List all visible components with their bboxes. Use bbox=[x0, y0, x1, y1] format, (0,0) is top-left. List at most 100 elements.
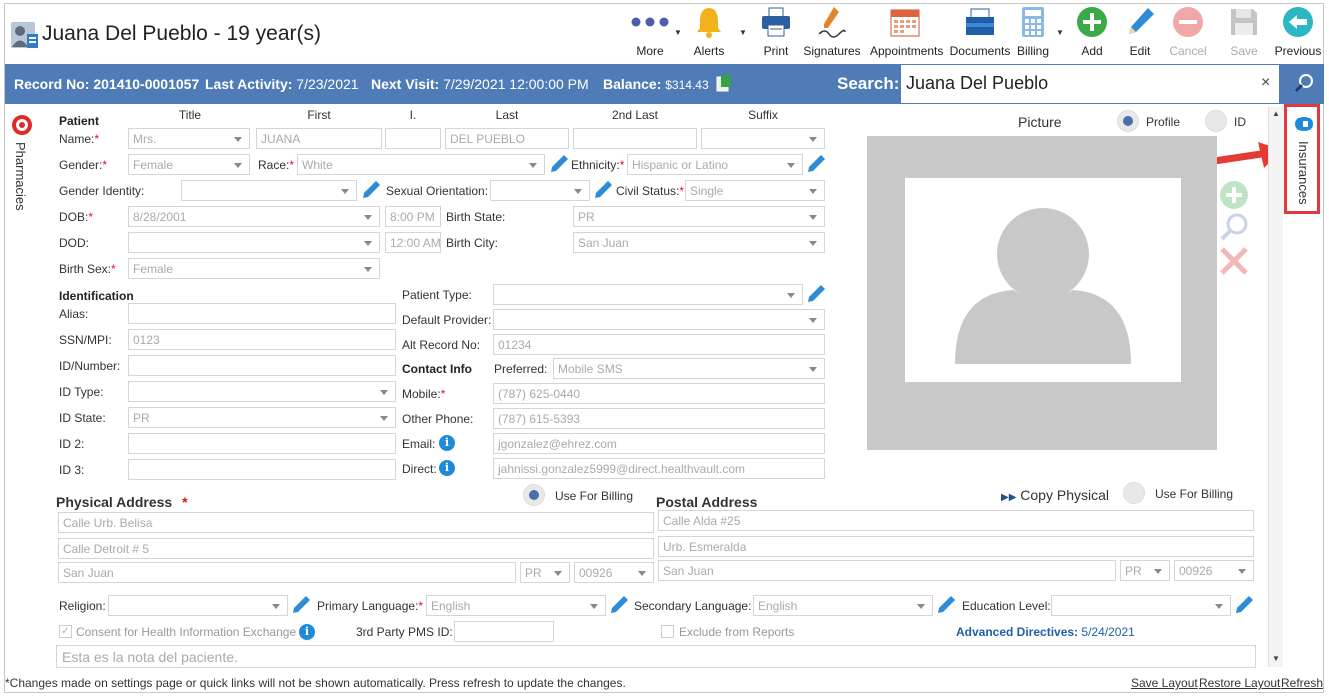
postal-city-input[interactable]: San Juan bbox=[658, 560, 1116, 581]
race-select[interactable]: White bbox=[297, 154, 545, 175]
alerts-button[interactable]: Alerts bbox=[674, 6, 744, 58]
first-name-input[interactable]: JUANA bbox=[256, 128, 382, 149]
id-type-select[interactable] bbox=[128, 381, 396, 402]
edit-gender-identity-pencil-icon[interactable] bbox=[361, 180, 381, 200]
physical-line1-input[interactable]: Calle Urb. Belisa bbox=[58, 512, 654, 533]
edit-sexual-orientation-pencil-icon[interactable] bbox=[593, 180, 613, 200]
dod-date-picker[interactable] bbox=[128, 232, 380, 253]
alias-label: Alias: bbox=[59, 307, 89, 321]
direct-email-input[interactable]: jahnissi.gonzalez5999@direct.healthvault… bbox=[493, 458, 825, 479]
exclude-reports-checkbox[interactable] bbox=[661, 625, 674, 638]
edit-primary-language-pencil-icon[interactable] bbox=[609, 595, 629, 615]
mobile-input[interactable]: (787) 625-0440 bbox=[493, 383, 825, 404]
physical-address-header: Physical Address * bbox=[56, 494, 188, 510]
id-number-input[interactable] bbox=[128, 355, 396, 376]
id-state-select[interactable]: PR bbox=[128, 407, 396, 428]
printer-icon bbox=[760, 7, 792, 40]
cancel-circle-icon bbox=[1172, 6, 1204, 41]
physical-state-select[interactable]: PR bbox=[520, 562, 570, 583]
birth-state-select[interactable]: PR bbox=[573, 206, 825, 227]
patient-notes-input[interactable]: Esta es la nota del paciente. bbox=[56, 645, 1256, 668]
remove-picture-icon[interactable] bbox=[1219, 246, 1249, 279]
id-radio[interactable] bbox=[1205, 110, 1227, 132]
balance-details-icon[interactable] bbox=[716, 74, 732, 95]
alias-input[interactable] bbox=[128, 303, 396, 324]
ethnicity-select[interactable]: Hispanic or Latino bbox=[627, 154, 803, 175]
gender-identity-select[interactable] bbox=[181, 180, 357, 201]
scroll-up-icon[interactable]: ▲ bbox=[1272, 109, 1280, 118]
email-label: Email: bbox=[402, 437, 436, 451]
add-picture-icon[interactable] bbox=[1219, 180, 1249, 213]
physical-use-billing-radio[interactable] bbox=[523, 484, 545, 506]
profile-radio[interactable] bbox=[1117, 110, 1139, 132]
patient-search-input[interactable] bbox=[901, 65, 1241, 101]
religion-label: Religion: bbox=[59, 599, 106, 613]
search-clear-button[interactable]: × bbox=[1261, 74, 1270, 92]
patient-type-select[interactable] bbox=[493, 284, 803, 305]
birth-sex-select[interactable]: Female bbox=[128, 258, 380, 279]
signatures-label: Signatures bbox=[803, 44, 861, 58]
appointments-button[interactable]: Appointments bbox=[870, 6, 943, 58]
postal-zip-select[interactable]: 00926 bbox=[1174, 560, 1254, 581]
religion-select[interactable] bbox=[108, 595, 288, 616]
pharmacies-tab[interactable]: Pharmacies bbox=[8, 112, 34, 222]
email-info-icon[interactable]: i bbox=[439, 435, 455, 451]
signatures-button[interactable]: Signatures bbox=[797, 6, 867, 58]
physical-zip-select[interactable]: 00926 bbox=[574, 562, 654, 583]
edit-secondary-language-pencil-icon[interactable] bbox=[936, 595, 956, 615]
initial-input[interactable] bbox=[385, 128, 441, 149]
primary-language-select[interactable]: English bbox=[426, 595, 606, 616]
previous-button[interactable]: Previous bbox=[1263, 6, 1329, 58]
save-layout-link[interactable]: Save Layout bbox=[1131, 676, 1198, 690]
other-phone-input[interactable]: (787) 615-5393 bbox=[493, 408, 825, 429]
suffix-select[interactable] bbox=[701, 128, 825, 149]
third-party-input[interactable] bbox=[454, 621, 554, 642]
alt-record-input[interactable]: 01234 bbox=[493, 334, 825, 355]
physical-line2-input[interactable]: Calle Detroit # 5 bbox=[58, 538, 654, 559]
edit-race-pencil-icon[interactable] bbox=[549, 154, 569, 174]
postal-state-select[interactable]: PR bbox=[1120, 560, 1170, 581]
dob-time-input[interactable]: 8:00 PM bbox=[385, 206, 441, 227]
secondary-language-select[interactable]: English bbox=[753, 595, 933, 616]
insurances-tab[interactable]: Insurances bbox=[1284, 104, 1320, 214]
gender-select[interactable]: Female bbox=[128, 154, 250, 175]
refresh-link[interactable]: Refresh bbox=[1281, 676, 1323, 690]
default-provider-select[interactable] bbox=[493, 309, 825, 330]
physical-city-input[interactable]: San Juan bbox=[58, 562, 516, 583]
title-bar: Juana Del Pueblo - 19 year(s) More ▼ Ale… bbox=[0, 0, 1329, 64]
restore-layout-link[interactable]: Restore Layout bbox=[1199, 676, 1280, 690]
last-name-input[interactable]: DEL PUEBLO bbox=[445, 128, 569, 149]
copy-physical-button[interactable]: ▶▶ Copy Physical bbox=[1001, 487, 1109, 503]
edit-religion-pencil-icon[interactable] bbox=[291, 595, 311, 615]
email-input[interactable]: jgonzalez@ehrez.com bbox=[493, 433, 825, 454]
form-scrollbar[interactable]: ▲ ▼ bbox=[1268, 107, 1283, 667]
dod-time-input[interactable]: 12:00 AM bbox=[385, 232, 441, 253]
postal-line1-input[interactable]: Calle Alda #25 bbox=[658, 510, 1254, 531]
title-select[interactable]: Mrs. bbox=[128, 128, 250, 149]
zoom-picture-icon[interactable] bbox=[1219, 212, 1249, 245]
scroll-down-icon[interactable]: ▼ bbox=[1272, 654, 1280, 663]
preferred-contact-select[interactable]: Mobile SMS bbox=[553, 358, 825, 379]
edit-ethnicity-pencil-icon[interactable] bbox=[806, 154, 826, 174]
consent-info-icon[interactable]: i bbox=[299, 624, 315, 640]
ssn-input[interactable]: 0123 bbox=[128, 329, 396, 350]
floppy-disk-icon bbox=[1229, 7, 1259, 40]
civil-status-select[interactable]: Single bbox=[685, 180, 825, 201]
advanced-directives-link[interactable]: Advanced Directives: 5/24/2021 bbox=[956, 625, 1135, 639]
second-last-input[interactable] bbox=[573, 128, 697, 149]
id3-input[interactable] bbox=[128, 459, 396, 480]
edit-patient-type-pencil-icon[interactable] bbox=[806, 284, 826, 304]
postal-use-billing-radio[interactable] bbox=[1123, 482, 1145, 504]
sexual-orientation-select[interactable] bbox=[490, 180, 590, 201]
direct-info-icon[interactable]: i bbox=[439, 460, 455, 476]
consent-checkbox[interactable]: ✓ bbox=[59, 625, 72, 638]
search-button[interactable] bbox=[1283, 64, 1324, 104]
postal-line2-input[interactable]: Urb. Esmeralda bbox=[658, 536, 1254, 557]
edit-education-pencil-icon[interactable] bbox=[1234, 595, 1254, 615]
dob-date-picker[interactable]: 8/28/2001 bbox=[128, 206, 380, 227]
birth-city-select[interactable]: San Juan bbox=[573, 232, 825, 253]
education-level-select[interactable] bbox=[1051, 595, 1231, 616]
secondary-language-label: Secondary Language: bbox=[634, 599, 752, 613]
primary-language-label: Primary Language:* bbox=[317, 599, 424, 613]
id2-input[interactable] bbox=[128, 433, 396, 454]
